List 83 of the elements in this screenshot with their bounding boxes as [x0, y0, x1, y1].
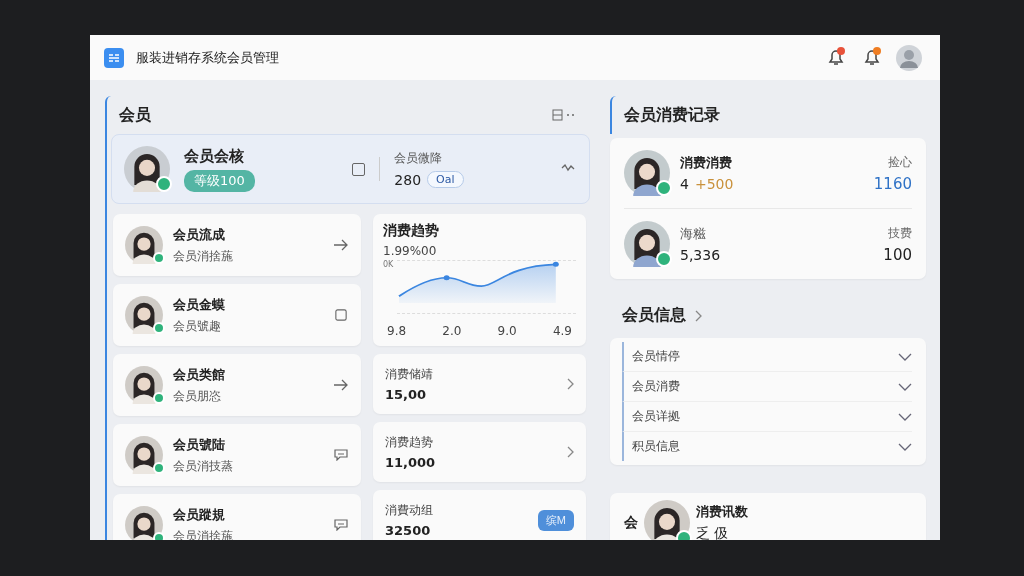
record-count: 4	[680, 176, 689, 192]
record-amount: 100	[883, 245, 912, 264]
featured-member-card[interactable]: 会员会核 等级100 会员微降 280 Oal	[111, 134, 590, 204]
app-title: 服装进销存系统会员管理	[136, 48, 279, 67]
axis-label: 0K	[383, 260, 394, 269]
member-card[interactable]: 会员號陆 会员消技蒸	[113, 424, 361, 486]
record-name: 消费消费	[680, 154, 733, 172]
chevron-down-icon	[898, 441, 912, 452]
stat-label: 消費动组	[385, 502, 433, 519]
member-card[interactable]: 会员金蟆 会员號趣	[113, 284, 361, 346]
record-name: 海糍	[680, 225, 707, 243]
trend-total: 1.99%00	[383, 244, 438, 258]
arrow-right-icon[interactable]	[333, 239, 349, 251]
chevron-right-icon[interactable]	[694, 309, 702, 322]
axis-label: 9.8	[387, 324, 407, 338]
member-subtitle: 会员朋恣	[173, 387, 222, 405]
axis-label: 2.0	[442, 324, 462, 338]
chat-icon[interactable]	[333, 449, 349, 461]
member-name: 会员蹤規	[173, 505, 226, 524]
stat-value: 11,000	[385, 455, 436, 470]
member-subtitle: 会员消捨葹	[173, 247, 233, 265]
app-logo-icon	[104, 47, 124, 68]
chevron-right-icon[interactable]	[566, 378, 574, 390]
stat-card[interactable]: 消费趋势 11,000	[373, 422, 586, 482]
stat-label: 消费趋势	[385, 434, 434, 451]
stat-card[interactable]: 消费储靖 15,00	[373, 354, 586, 414]
panel-title: 会员	[119, 104, 151, 126]
member-name: 会员类館	[173, 365, 225, 384]
arrow-right-icon[interactable]	[333, 379, 349, 391]
record-name: 消费讯数	[696, 503, 748, 521]
avatar-icon	[125, 506, 163, 540]
chevron-down-icon	[898, 351, 912, 362]
record-label: 技费	[888, 224, 912, 242]
chevron-down-icon	[898, 411, 912, 422]
avatar-icon	[125, 366, 163, 404]
card-label: 会	[624, 514, 638, 532]
member-card[interactable]: 会员流成 会员消捨葹	[113, 214, 361, 276]
member-subtitle: 会员號趣	[173, 317, 222, 335]
stat-value: 15,00	[385, 387, 428, 402]
stat-label: 消费储靖	[385, 366, 433, 383]
verified-dot	[656, 180, 672, 196]
member-name: 会员金蟆	[173, 295, 225, 314]
avatar-icon	[124, 146, 170, 192]
axis-label: 9.0	[497, 324, 517, 338]
avatar-icon	[125, 296, 163, 334]
info-list-item[interactable]: 会员消费	[622, 372, 912, 402]
stat-card[interactable]: 消費动组 32500 缤M	[373, 490, 586, 540]
record-subtitle: 乏 伋	[696, 525, 730, 540]
member-card[interactable]: 会员类館 会员朋恣	[113, 354, 361, 416]
avatar-icon	[624, 221, 670, 267]
checkbox[interactable]	[352, 162, 366, 176]
axis-label: 4.9	[552, 324, 572, 338]
info-list-item[interactable]: 会员详拠	[622, 402, 912, 432]
stat-label: 会员微降	[394, 150, 444, 167]
stat-value: 32500	[385, 523, 432, 538]
section-title: 会员信息	[622, 305, 686, 326]
stat-value: 280	[394, 171, 422, 188]
checkbox-icon[interactable]	[333, 309, 349, 321]
user-avatar-icon[interactable]	[896, 44, 922, 71]
member-name: 会员流成	[173, 225, 226, 244]
info-list-item[interactable]: 会员情停	[622, 342, 912, 372]
chat-icon[interactable]	[333, 519, 349, 531]
record-count: 5,336	[680, 247, 721, 263]
member-name: 会员会核	[184, 146, 245, 166]
card-title: 消费趋势	[383, 222, 440, 240]
record-delta: +500	[694, 176, 734, 192]
level-badge: 等级100	[184, 169, 255, 192]
chevron-down-icon	[898, 381, 912, 392]
panel-title: 会员消费记录	[624, 104, 720, 126]
verified-dot	[656, 251, 672, 267]
record-amount: 1160	[873, 174, 912, 193]
layout-options-icon[interactable]	[552, 109, 576, 121]
member-name: 会员號陆	[173, 435, 226, 454]
avatar-icon	[644, 500, 690, 540]
verified-dot	[156, 176, 172, 192]
stat-pill[interactable]: Oal	[427, 171, 464, 188]
avatar-icon	[624, 150, 670, 196]
verified-dot	[153, 252, 165, 264]
avatar-icon	[125, 226, 163, 264]
avatar-icon	[125, 436, 163, 474]
member-subtitle: 会员消技蒸	[173, 457, 233, 475]
chevron-right-icon[interactable]	[566, 446, 574, 458]
record-label: 捡心	[888, 153, 912, 171]
